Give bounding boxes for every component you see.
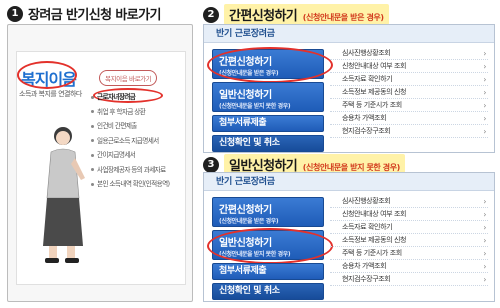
menu-item[interactable]: 일용근로소득 지급명세서 (91, 134, 183, 149)
step1-label: 장려금 반기신청 바로가기 (28, 8, 161, 23)
chevron-right-icon: › (483, 75, 486, 84)
step1-title: 1 장려금 반기신청 바로가기 (7, 4, 161, 23)
chevron-right-icon: › (483, 127, 486, 136)
action-buttons: 간편신청하기 (신청안내문을 받은 경우) 일반신청하기 (신청안내문을 받지 … (207, 197, 333, 303)
panel-header: 반기 근로장려금 (204, 173, 494, 191)
link-housing-price[interactable]: 주택 등 기준시가 조회 › (330, 247, 488, 260)
menu-item[interactable]: 취업 후 학자금 상환 (91, 105, 183, 120)
submit-documents-button[interactable]: 첨부서류제출 (212, 263, 324, 280)
bullet-icon (91, 182, 94, 186)
link-income-data[interactable]: 소득자료 확인하기 › (330, 221, 488, 234)
chevron-right-icon: › (483, 101, 486, 110)
step2-note: (신청안내문을 받은 경우) (302, 13, 384, 22)
hometax-panel-simple: 반기 근로장려금 간편신청하기 (신청안내문을 받은 경우) 일반신청하기 (신… (203, 24, 495, 153)
step3-number: 3 (203, 156, 219, 173)
link-onsite-check[interactable]: 현지검수장구조회 › (330, 273, 488, 286)
menu-item-earned-income-credit[interactable]: 근로자녀장려금 (91, 90, 183, 105)
menu-item[interactable]: 사업장제공자 등의 과세자료 (91, 163, 183, 178)
link-income-data[interactable]: 소득자료 확인하기 › (330, 73, 488, 86)
general-apply-button[interactable]: 일반신청하기 (신청안내문을 받지 못한 경우) (212, 82, 324, 112)
link-review-status[interactable]: 심사진행상황조회 › (330, 47, 488, 60)
menu-item[interactable]: 인건비 간편제출 (91, 119, 183, 134)
check-cancel-button[interactable]: 신청확인 및 취소 (212, 283, 324, 300)
simple-apply-button[interactable]: 간편신청하기 (신청안내문을 받은 경우) (212, 197, 324, 227)
step3-note: (신청안내문을 받지 못한 경우) (302, 163, 401, 172)
chevron-right-icon: › (483, 262, 486, 271)
simple-apply-button[interactable]: 간편신청하기 (신청안내문을 받은 경우) (207, 47, 333, 83)
chevron-right-icon: › (483, 49, 486, 58)
bokji-ieum-shortcut-button[interactable]: 복지이음 바로가기 (99, 70, 158, 86)
general-apply-button[interactable]: 일반신청하기 (신청안내문을 받지 못한 경우) (207, 228, 333, 264)
step2-title-band: 간편신청하기 (신청안내문을 받은 경우) (224, 4, 389, 25)
bullet-icon (91, 110, 94, 114)
chevron-right-icon: › (483, 62, 486, 71)
chevron-right-icon: › (483, 223, 486, 232)
chevron-right-icon: › (483, 197, 486, 206)
check-cancel-button[interactable]: 신청확인 및 취소 (212, 135, 324, 152)
hometax-panel-general: 반기 근로장려금 간편신청하기 (신청안내문을 받은 경우) 일반신청하기 (신… (203, 172, 495, 302)
bullet-icon (91, 168, 94, 172)
link-car-value[interactable]: 승용차 가액조회 › (330, 260, 488, 273)
submit-documents-button[interactable]: 첨부서류제출 (212, 115, 324, 132)
link-eligibility-check[interactable]: 신청안내대상 여부 조회 › (330, 60, 488, 73)
logo-highlight-oval (17, 61, 77, 89)
link-onsite-check[interactable]: 현지검수장구조회 › (330, 125, 488, 138)
chevron-right-icon: › (483, 249, 486, 258)
chevron-right-icon: › (483, 210, 486, 219)
bullet-icon (91, 139, 94, 143)
quick-links: 심사진행상황조회 › 신청안내대상 여부 조회 › 소득자료 확인하기 › 소득정보 … (330, 47, 488, 138)
bokji-ieum-tagline: 소득과 복지를 연결하다 (19, 90, 82, 98)
person-illustration (43, 127, 85, 263)
link-review-status[interactable]: 심사진행상황조회 › (330, 195, 488, 208)
step2-number: 2 (203, 6, 219, 23)
menu-item[interactable]: 간이지급명세서 (91, 148, 183, 163)
bullet-icon (91, 153, 94, 157)
step1-number: 1 (7, 5, 23, 22)
chevron-right-icon: › (483, 114, 486, 123)
action-buttons: 간편신청하기 (신청안내문을 받은 경우) 일반신청하기 (신청안내문을 받지 … (207, 47, 333, 155)
link-eligibility-check[interactable]: 신청안내대상 여부 조회 › (330, 208, 488, 221)
step2-title: 2 간편신청하기 (신청안내문을 받은 경우) (203, 4, 389, 25)
link-income-consent[interactable]: 소득정보 제공동의 신청 › (330, 86, 488, 99)
bokji-ieum-menu: 근로자녀장려금 취업 후 학자금 상환 인건비 간편제출 일용근로소득 지급명세… (91, 90, 183, 192)
bullet-icon (91, 124, 94, 128)
bullet-icon (91, 95, 94, 99)
menu-item[interactable]: 본인 소득내역 확인(인적용역) (91, 177, 183, 192)
chevron-right-icon: › (483, 236, 486, 245)
quick-links: 심사진행상황조회 › 신청안내대상 여부 조회 › 소득자료 확인하기 › 소득정보 … (330, 195, 488, 286)
chevron-right-icon: › (483, 275, 486, 284)
bokji-ieum-page: 복지이음 소득과 복지를 연결하다 복지이음 바로가기 근로자녀장려금 취업 후… (16, 51, 186, 285)
link-car-value[interactable]: 승용차 가액조회 › (330, 112, 488, 125)
bokji-ieum-screenshot: 복지이음 소득과 복지를 연결하다 복지이음 바로가기 근로자녀장려금 취업 후… (7, 24, 193, 302)
panel-header: 반기 근로장려금 (204, 25, 494, 43)
link-income-consent[interactable]: 소득정보 제공동의 신청 › (330, 234, 488, 247)
chevron-right-icon: › (483, 88, 486, 97)
step2-label: 간편신청하기 (229, 9, 298, 24)
link-housing-price[interactable]: 주택 등 기준시가 조회 › (330, 99, 488, 112)
